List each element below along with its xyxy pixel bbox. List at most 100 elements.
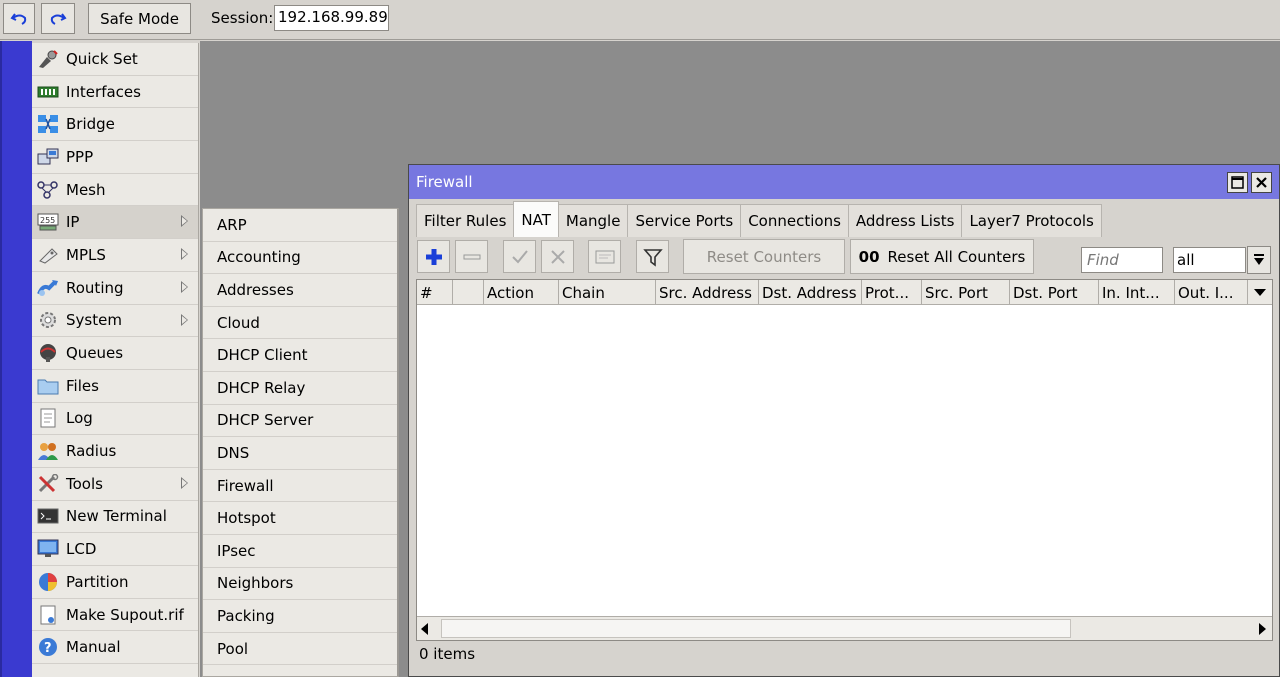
undo-button[interactable] <box>3 3 35 34</box>
firewall-toolbar: Reset Counters 00 Reset All Counters Fin… <box>409 237 1279 277</box>
submenu-arrow-icon <box>181 280 188 293</box>
tab-layer7-protocols[interactable]: Layer7 Protocols <box>961 204 1102 237</box>
menu-item-make-supout[interactable]: Make Supout.rif <box>32 599 198 632</box>
menu-item-ip[interactable]: 255 IP <box>32 206 198 240</box>
submenu-item-dns[interactable]: DNS <box>203 437 397 470</box>
filter-select[interactable]: all <box>1173 247 1246 273</box>
submenu-item-neighbors[interactable]: Neighbors <box>203 568 397 601</box>
add-button[interactable] <box>417 240 450 273</box>
column-header-action[interactable]: Action <box>484 280 559 305</box>
menu-item-partition[interactable]: Partition <box>32 566 198 599</box>
menu-item-tools[interactable]: Tools <box>32 468 198 501</box>
session-field[interactable]: 192.168.99.89 <box>274 5 389 31</box>
tab-bar: Filter Rules NAT Mangle Service Ports Co… <box>416 201 1102 237</box>
menu-item-bridge[interactable]: Bridge <box>32 108 198 142</box>
close-button[interactable] <box>1251 172 1272 193</box>
submenu-item-pool[interactable]: Pool <box>203 633 397 666</box>
menu-item-system[interactable]: System <box>32 305 198 338</box>
menu-item-label: Make Supout.rif <box>66 605 184 624</box>
column-header-chain[interactable]: Chain <box>559 280 656 305</box>
column-menu-button[interactable] <box>1248 280 1271 305</box>
ip-icon: 255 <box>36 211 60 233</box>
column-header-flags[interactable] <box>453 280 484 305</box>
tab-filter-rules[interactable]: Filter Rules <box>416 204 515 237</box>
submenu-item-cloud[interactable]: Cloud <box>203 307 397 340</box>
submenu-item-dhcp-relay[interactable]: DHCP Relay <box>203 372 397 405</box>
column-header-out-interface[interactable]: Out. I... <box>1175 280 1248 305</box>
tab-address-lists[interactable]: Address Lists <box>847 204 963 237</box>
menu-item-lcd[interactable]: LCD <box>32 533 198 566</box>
disable-button[interactable] <box>541 240 574 273</box>
menu-item-routing[interactable]: Routing <box>32 272 198 305</box>
column-header-in-interface[interactable]: In. Int... <box>1099 280 1175 305</box>
window-title-bar[interactable]: Firewall <box>409 165 1279 199</box>
submenu-arrow-icon <box>181 476 188 489</box>
menu-item-quick-set[interactable]: Quick Set <box>32 43 198 76</box>
interfaces-icon <box>36 81 60 103</box>
menu-item-files[interactable]: Files <box>32 370 198 403</box>
menu-item-label: Interfaces <box>66 82 141 101</box>
window-title: Firewall <box>416 173 473 191</box>
column-header-dst-address[interactable]: Dst. Address <box>759 280 862 305</box>
menu-item-label: Tools <box>66 474 103 493</box>
submenu-item-dhcp-server[interactable]: DHCP Server <box>203 405 397 438</box>
reset-counters-button[interactable]: Reset Counters <box>683 239 845 274</box>
submenu-item-arp[interactable]: ARP <box>203 209 397 242</box>
column-header-protocol[interactable]: Prot... <box>862 280 922 305</box>
submenu-item-packing[interactable]: Packing <box>203 600 397 633</box>
cross-icon <box>550 249 565 264</box>
menu-item-label: Routing <box>66 278 124 297</box>
bridge-icon <box>36 113 60 135</box>
maximize-icon <box>1231 176 1244 189</box>
column-header-src-address[interactable]: Src. Address <box>656 280 759 305</box>
reset-all-counters-button[interactable]: 00 Reset All Counters <box>850 239 1034 274</box>
queues-icon <box>36 342 60 364</box>
tab-service-ports[interactable]: Service Ports <box>627 204 742 237</box>
column-menu-icon <box>1253 288 1266 296</box>
scrollbar-thumb[interactable] <box>441 619 1071 638</box>
menu-item-new-terminal[interactable]: New Terminal <box>32 501 198 534</box>
column-header-dst-port[interactable]: Dst. Port <box>1010 280 1099 305</box>
check-icon <box>511 249 528 263</box>
find-input[interactable]: Find <box>1081 247 1163 273</box>
menu-item-interfaces[interactable]: Interfaces <box>32 76 198 109</box>
horizontal-scrollbar[interactable] <box>417 616 1272 640</box>
menu-item-log[interactable]: Log <box>32 403 198 436</box>
tab-mangle[interactable]: Mangle <box>557 204 629 237</box>
submenu-item-ipsec[interactable]: IPsec <box>203 535 397 568</box>
menu-item-ppp[interactable]: PPP <box>32 141 198 174</box>
scroll-left-icon[interactable] <box>421 623 428 635</box>
maximize-button[interactable] <box>1227 172 1248 193</box>
safe-mode-button[interactable]: Safe Mode <box>88 3 191 34</box>
mpls-icon <box>36 244 60 266</box>
menu-item-mpls[interactable]: MPLS <box>32 239 198 272</box>
tab-connections[interactable]: Connections <box>740 204 849 237</box>
scroll-right-icon[interactable] <box>1259 623 1266 635</box>
submenu-item-hotspot[interactable]: Hotspot <box>203 502 397 535</box>
menu-item-label: Radius <box>66 442 117 461</box>
submenu-item-accounting[interactable]: Accounting <box>203 242 397 275</box>
submenu-item-addresses[interactable]: Addresses <box>203 274 397 307</box>
remove-button[interactable] <box>455 240 488 273</box>
comment-button[interactable] <box>588 240 621 273</box>
undo-icon <box>10 12 27 25</box>
filter-button[interactable] <box>636 240 669 273</box>
menu-item-mesh[interactable]: Mesh <box>32 174 198 207</box>
menu-item-manual[interactable]: ? Manual <box>32 631 198 665</box>
reset-all-counters-label: Reset All Counters <box>887 247 1026 266</box>
redo-button[interactable] <box>41 3 75 34</box>
redo-icon <box>50 12 67 25</box>
menu-item-label: MPLS <box>66 245 106 264</box>
column-header-src-port[interactable]: Src. Port <box>922 280 1010 305</box>
enable-button[interactable] <box>503 240 536 273</box>
submenu-item-dhcp-client[interactable]: DHCP Client <box>203 339 397 372</box>
submenu-item-firewall[interactable]: Firewall <box>203 470 397 503</box>
tab-nat[interactable]: NAT <box>513 201 559 237</box>
radius-icon <box>36 440 60 462</box>
firewall-window: Firewall Filter Rules NAT Mangle Service… <box>408 164 1280 677</box>
filter-dropdown-button[interactable] <box>1247 246 1271 274</box>
column-header-number[interactable]: # <box>417 280 453 305</box>
main-menu: Quick Set Interfaces Bridge PPP Mesh 255… <box>32 43 199 677</box>
menu-item-queues[interactable]: Queues <box>32 337 198 370</box>
menu-item-radius[interactable]: Radius <box>32 435 198 468</box>
